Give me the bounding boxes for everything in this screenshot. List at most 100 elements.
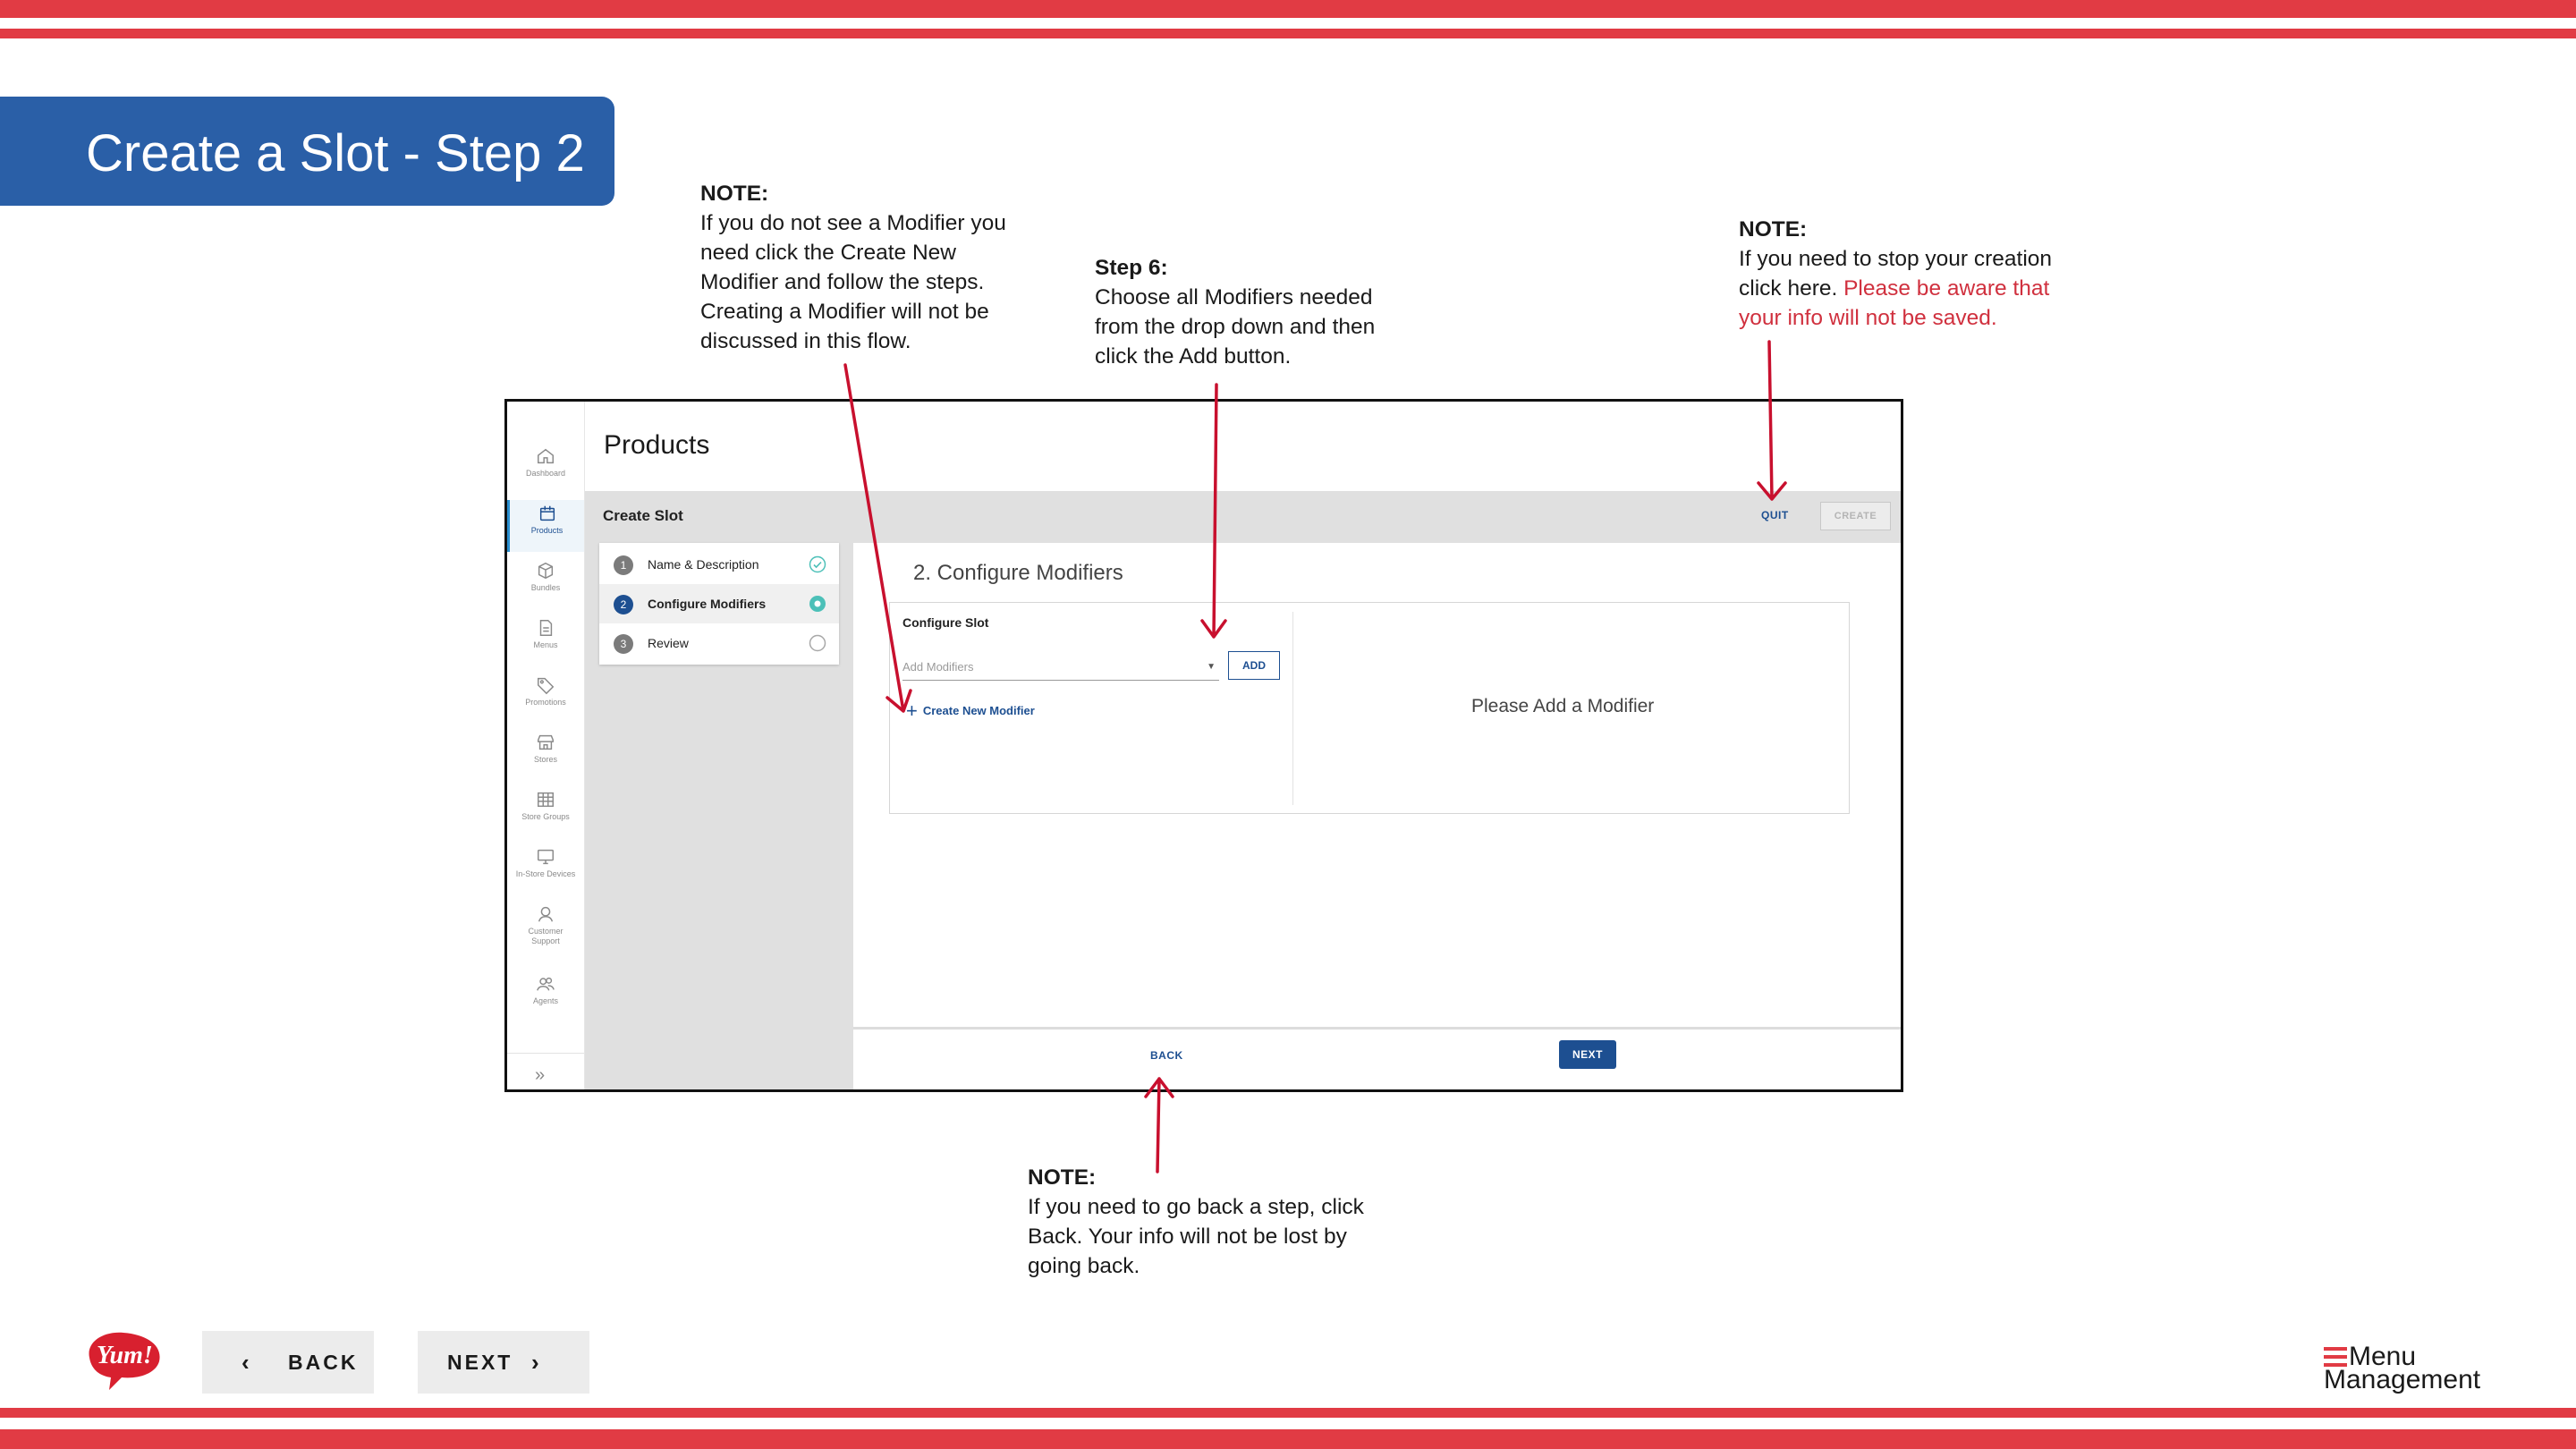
app-page-title: Products [604, 430, 710, 460]
sidebar-item-promotions[interactable]: Promotions [507, 672, 584, 724]
sidebar-divider [507, 1053, 584, 1054]
app-next-button[interactable]: NEXT [1559, 1040, 1616, 1069]
configure-slot-card: Configure Slot Add Modifiers ▼ ADD + Crea… [889, 602, 1850, 814]
sidebar-item-menus[interactable]: Menus [507, 614, 584, 666]
yum-logo-text: Yum! [97, 1342, 153, 1369]
document-icon [539, 620, 553, 636]
chevron-left-icon: ‹ [242, 1349, 252, 1376]
arrow-to-back-button [1144, 1077, 1174, 1174]
sidebar-item-customer-support[interactable]: Customer Support [507, 901, 584, 960]
sidebar-item-label: Customer Support [528, 927, 564, 945]
create-new-modifier-label: Create New Modifier [922, 704, 1035, 717]
pending-step-icon [809, 634, 826, 652]
grid-icon [538, 792, 554, 808]
step-number: 1 [614, 555, 633, 575]
note-step6-line: Choose all Modifiers needed [1095, 285, 1373, 309]
quit-button[interactable]: QUIT [1761, 509, 1789, 521]
title-banner: Create a Slot - Step 2 [0, 97, 614, 206]
note-step6-line: click the Add button. [1095, 344, 1292, 369]
step-number: 3 [614, 634, 633, 654]
sidebar-item-label: Dashboard [525, 469, 566, 478]
step-configure-modifiers[interactable]: 2 Configure Modifiers [599, 584, 839, 623]
sidebar-item-label: Store Groups [521, 812, 570, 821]
chevron-double-right-icon[interactable]: » [535, 1065, 545, 1086]
card-divider [1292, 612, 1293, 805]
sidebar-item-label: Products [530, 526, 564, 535]
tag-icon [538, 677, 555, 695]
bottom-stripe-outer [0, 1429, 2576, 1449]
note-back-line: going back. [1028, 1254, 1140, 1278]
cube-icon [538, 562, 554, 580]
sidebar-item-label: Agents [532, 996, 559, 1005]
add-modifiers-select[interactable]: Add Modifiers ▼ [902, 657, 1219, 681]
menu-management-logo: Menu Management [2324, 1342, 2503, 1395]
add-button[interactable]: ADD [1228, 651, 1280, 680]
step-label: Configure Modifiers [648, 597, 767, 611]
slide-next-label: NEXT [447, 1351, 513, 1374]
slide-back-button[interactable]: ‹ BACK [202, 1331, 374, 1394]
top-stripe-inner [0, 29, 2576, 38]
note-quit-warning: Please be aware that [1843, 276, 2050, 301]
slide-title: Create a Slot - Step 2 [86, 124, 585, 182]
stepper: 1 Name & Description 2 Configure Modifie… [599, 543, 839, 665]
note-quit-head: NOTE: [1739, 217, 1808, 242]
app-sidebar: Dashboard Products Bundles Menus Promoti… [507, 402, 585, 1089]
note-quit-line: If you need to stop your creation [1739, 247, 2053, 271]
sidebar-item-label: Promotions [525, 698, 566, 707]
caret-down-icon: ▼ [1207, 662, 1216, 672]
configure-slot-title: Configure Slot [902, 615, 989, 630]
note-back-line: Back. Your info will not be lost by [1028, 1224, 1347, 1249]
create-slot-title: Create Slot [603, 507, 683, 524]
yum-logo: Yum! [89, 1332, 160, 1390]
sidebar-item-label: In-Store Devices [515, 869, 576, 878]
note-modifier-line: discussed in this flow. [700, 329, 911, 353]
sidebar-item-label: Stores [533, 755, 557, 764]
note-back: NOTE: If you need to go back a step, cli… [1028, 1163, 1364, 1281]
note-back-line: If you need to go back a step, click [1028, 1195, 1364, 1219]
note-modifier-head: NOTE: [700, 182, 769, 206]
sidebar-item-bundles[interactable]: Bundles [507, 557, 584, 609]
step-review[interactable]: 3 Review [599, 623, 839, 663]
plus-icon: + [906, 699, 918, 722]
home-icon [538, 448, 554, 464]
monitor-icon [538, 849, 554, 865]
sidebar-item-label: Menus [533, 640, 558, 649]
step-name-description[interactable]: 1 Name & Description [599, 545, 839, 584]
main-content: 2. Configure Modifiers Configure Slot Ad… [853, 543, 1901, 1027]
sidebar-item-store-groups[interactable]: Store Groups [507, 786, 584, 838]
note-back-head: NOTE: [1028, 1165, 1097, 1190]
sidebar-item-agents[interactable]: Agents [507, 970, 584, 1022]
slide-next-button[interactable]: NEXT › [418, 1331, 589, 1394]
create-button[interactable]: CREATE [1820, 502, 1891, 530]
note-quit-line: click here. Please be aware that [1739, 274, 2052, 303]
empty-state-message: Please Add a Modifier [1471, 696, 1655, 716]
top-stripe-outer [0, 0, 2576, 18]
check-circle-icon [809, 555, 826, 573]
app-back-button[interactable]: BACK [1150, 1049, 1183, 1062]
note-quit-warning: your info will not be saved. [1739, 306, 1997, 330]
store-icon [538, 734, 554, 750]
sidebar-item-dashboard[interactable]: Dashboard [507, 443, 584, 495]
create-new-modifier-link[interactable]: + Create New Modifier [906, 699, 1035, 723]
sidebar-item-label: Bundles [530, 583, 561, 592]
steps-column: 1 Name & Description 2 Configure Modifie… [585, 543, 853, 1089]
step-label: Name & Description [648, 557, 759, 572]
sidebar-item-in-store-devices[interactable]: In-Store Devices [507, 843, 584, 895]
sidebar-item-products[interactable]: Products [507, 500, 584, 552]
note-modifier-line: Modifier and follow the steps. [700, 270, 985, 294]
section-title: 2. Configure Modifiers [913, 561, 1123, 585]
slide-back-label: BACK [288, 1351, 359, 1374]
sidebar-item-stores[interactable]: Stores [507, 729, 584, 781]
app-action-bar: Create Slot QUIT CREATE [585, 491, 1901, 543]
app-screenshot: Dashboard Products Bundles Menus Promoti… [504, 399, 1903, 1092]
people-icon [537, 977, 555, 991]
chevron-right-icon: › [531, 1349, 542, 1376]
note-modifier: NOTE: If you do not see a Modifier you n… [700, 179, 1006, 356]
app-footer: BACK NEXT [853, 1027, 1901, 1089]
current-step-icon [809, 596, 826, 612]
note-modifier-line: need click the Create New [700, 241, 956, 265]
note-quit-plain: click here. [1739, 276, 1844, 301]
box-icon [539, 505, 555, 521]
bottom-stripe-inner [0, 1408, 2576, 1418]
note-step6-head: Step 6: [1095, 256, 1168, 280]
